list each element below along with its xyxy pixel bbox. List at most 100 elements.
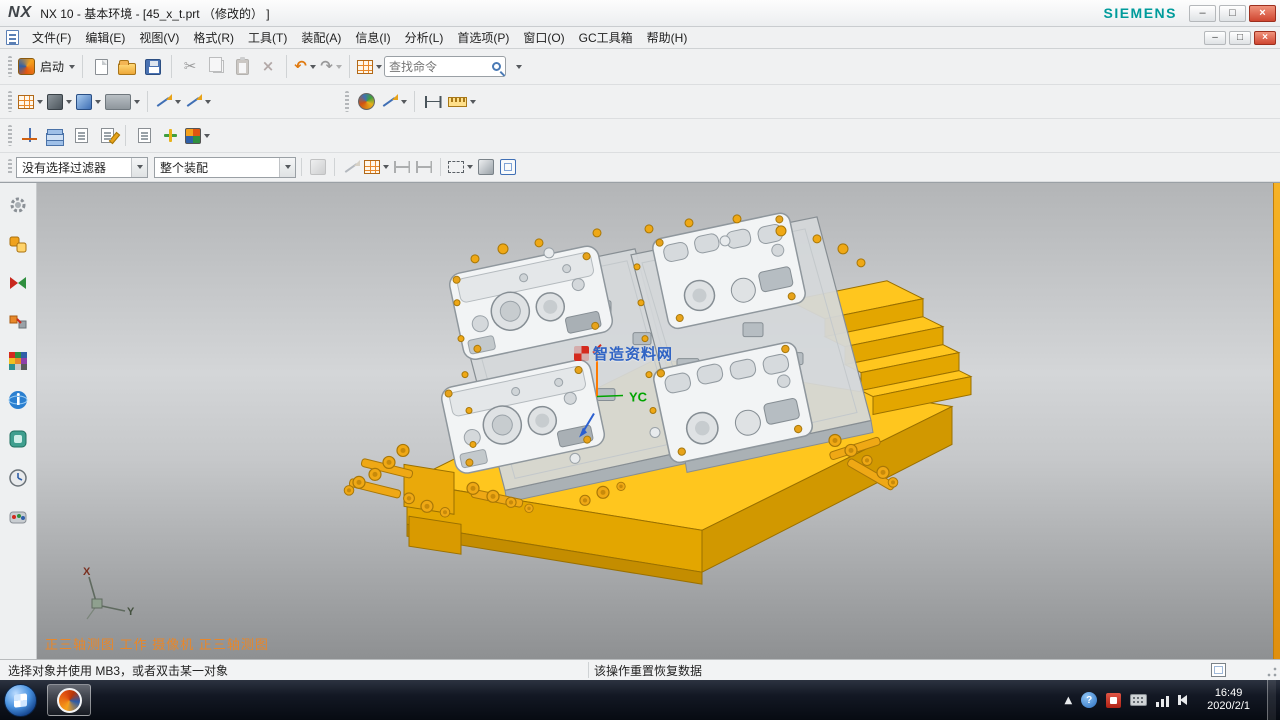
status-grid-icon[interactable]: [1211, 663, 1226, 677]
part-cube-icon[interactable]: [6, 349, 30, 373]
render-style-button[interactable]: [45, 89, 74, 115]
menu-assembly[interactable]: 装配(A): [294, 27, 348, 48]
vector-icon: [381, 93, 398, 110]
gear-icon[interactable]: [6, 193, 30, 217]
snap-enable-button[interactable]: [362, 156, 391, 178]
network-icon[interactable]: [1156, 694, 1171, 707]
menu-tools[interactable]: 工具(T): [241, 27, 294, 48]
start-button[interactable]: [4, 684, 37, 717]
windows-taskbar: ▲ ? 16:49 2020/2/1: [0, 680, 1280, 720]
child-restore-button[interactable]: □: [1229, 31, 1251, 45]
view-operations-button[interactable]: [183, 89, 213, 115]
child-minimize-button[interactable]: –: [1204, 31, 1226, 45]
solid-cube-icon: [478, 159, 494, 175]
snap-point-button[interactable]: [353, 89, 379, 115]
volume-icon[interactable]: [1180, 695, 1187, 705]
pinwheel-icon[interactable]: [6, 271, 30, 295]
menu-analysis[interactable]: 分析(L): [398, 27, 451, 48]
repeat-command-button[interactable]: [355, 54, 384, 80]
delete-button[interactable]: ×: [255, 54, 281, 80]
history-clock-icon[interactable]: [6, 466, 30, 490]
redo-button[interactable]: ↷: [318, 54, 344, 80]
open-file-button[interactable]: [114, 54, 140, 80]
save-button[interactable]: [140, 54, 166, 80]
search-options-button[interactable]: [506, 54, 532, 80]
highlight-button[interactable]: [340, 156, 362, 178]
menu-gc-toolbox[interactable]: GC工具箱: [572, 27, 640, 48]
vector-dialog-button[interactable]: [379, 89, 409, 115]
taskbar-nx-app[interactable]: [47, 684, 91, 716]
keyboard-icon[interactable]: [1130, 694, 1147, 706]
nx-application-window: NX NX 10 - 基本环境 - [45_x_t.prt （修改的） ] SI…: [0, 0, 1280, 720]
toolbar-grip[interactable]: [8, 56, 12, 78]
close-button[interactable]: ×: [1249, 5, 1276, 22]
combo-arrow[interactable]: [279, 158, 295, 177]
resource-bar-strip[interactable]: [1273, 183, 1280, 659]
combo-arrow[interactable]: [131, 158, 147, 177]
copy-button[interactable]: [203, 54, 229, 80]
show-desktop-button[interactable]: [1267, 680, 1276, 720]
taskbar-clock[interactable]: 16:49 2020/2/1: [1199, 687, 1258, 713]
new-file-button[interactable]: [88, 54, 114, 80]
chevron-down-icon: [204, 134, 210, 138]
model-3d[interactable]: YC: [37, 183, 1273, 659]
document-icon[interactable]: [6, 30, 19, 45]
menu-file[interactable]: 文件(F): [25, 27, 78, 48]
layer-settings-button[interactable]: [42, 123, 68, 149]
undo-button[interactable]: ↶: [292, 54, 318, 80]
display-sheet-button[interactable]: [131, 123, 157, 149]
tray-expand-icon[interactable]: ▲: [1064, 695, 1072, 706]
wireframe-select-button[interactable]: [497, 156, 519, 178]
internet-info-icon[interactable]: [6, 388, 30, 412]
child-close-button[interactable]: ×: [1254, 31, 1276, 45]
midpoint-snap-button[interactable]: [413, 156, 435, 178]
menu-information[interactable]: 信息(I): [348, 27, 397, 48]
action-center-icon[interactable]: ?: [1081, 692, 1097, 708]
menu-window[interactable]: 窗口(O): [516, 27, 571, 48]
window-layout-button[interactable]: [16, 89, 45, 115]
display-mode-button[interactable]: [74, 89, 103, 115]
start-menu-button[interactable]: 启动: [16, 54, 77, 80]
minimize-button[interactable]: –: [1189, 5, 1216, 22]
general-selection-button[interactable]: [307, 156, 329, 178]
resize-grip[interactable]: [1267, 667, 1277, 677]
maximize-button[interactable]: □: [1219, 5, 1246, 22]
paste-button[interactable]: [229, 54, 255, 80]
toolbar-grip[interactable]: [8, 91, 12, 111]
menu-edit[interactable]: 编辑(E): [78, 27, 132, 48]
move-component-button[interactable]: [157, 123, 183, 149]
menu-view[interactable]: 视图(V): [132, 27, 186, 48]
cut-button[interactable]: ✂: [177, 54, 203, 80]
siemens-logo: SIEMENS: [1103, 5, 1177, 21]
materials-icon[interactable]: [6, 505, 30, 529]
touch-icon[interactable]: [6, 427, 30, 451]
toolbar-grip[interactable]: [8, 125, 12, 145]
point-snap-button[interactable]: [391, 156, 413, 178]
rectangle-select-button[interactable]: [446, 156, 475, 178]
toolbar-grip[interactable]: [8, 159, 12, 176]
measure-distance-button[interactable]: [420, 89, 446, 115]
annotation-button[interactable]: [94, 123, 120, 149]
tray-app-icon[interactable]: [1106, 693, 1121, 708]
toolbar-grip[interactable]: [345, 91, 349, 111]
selection-scope-combo[interactable]: 整个装配: [154, 157, 296, 178]
type-filter-combo[interactable]: 没有选择过滤器: [16, 157, 148, 178]
copy-icon: [213, 60, 224, 73]
menu-format[interactable]: 格式(R): [186, 27, 241, 48]
orient-view-button[interactable]: [153, 89, 183, 115]
snap-point-icon: [358, 93, 375, 110]
view-triad[interactable]: X Y: [67, 563, 139, 629]
datum-csys-button[interactable]: [16, 123, 42, 149]
measure-tools-button[interactable]: [446, 89, 478, 115]
sheet-button[interactable]: [68, 123, 94, 149]
search-icon[interactable]: [492, 62, 501, 71]
menu-help[interactable]: 帮助(H): [640, 27, 695, 48]
background-button[interactable]: [103, 89, 142, 115]
constraints-icon[interactable]: [6, 310, 30, 334]
transform-button[interactable]: [183, 123, 212, 149]
roles-icon[interactable]: [6, 232, 30, 256]
menu-preferences[interactable]: 首选项(P): [450, 27, 516, 48]
shaded-select-button[interactable]: [475, 156, 497, 178]
graphics-viewport[interactable]: YC 智造资料网 X Y 正三轴测图 工作 摄像机 正三轴测图: [37, 183, 1273, 659]
command-search-input[interactable]: [389, 60, 489, 74]
